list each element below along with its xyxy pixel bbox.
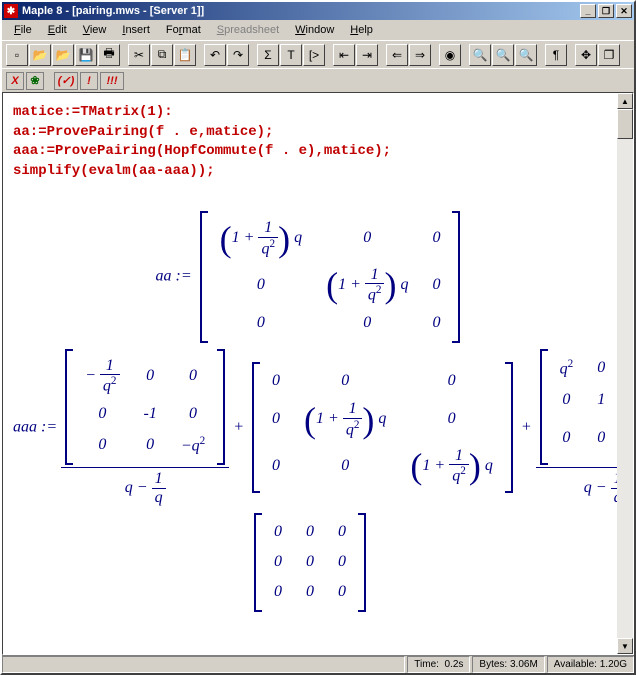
- menu-format[interactable]: Format: [158, 22, 209, 38]
- menubar: File Edit View Insert Format Spreadsheet…: [2, 20, 634, 40]
- status-empty: [2, 656, 405, 673]
- zoom-reset-button[interactable]: 🔍: [492, 44, 514, 66]
- exec-button[interactable]: !: [80, 72, 98, 90]
- app-window: ✱ Maple 8 - [pairing.mws - [Server 1]] _…: [0, 0, 636, 675]
- scroll-down-icon[interactable]: ▼: [617, 638, 633, 654]
- aaa-term2: 000 01 + 1q2 q0 001 + 1q2 q: [252, 362, 513, 493]
- scroll-track[interactable]: [617, 139, 633, 638]
- menu-view[interactable]: View: [75, 22, 115, 38]
- paste-button[interactable]: 📋: [174, 44, 196, 66]
- aaa-label: aaa :=: [13, 418, 57, 435]
- nonprint-button[interactable]: ¶: [545, 44, 567, 66]
- separator-icon: [432, 44, 438, 66]
- restore-button[interactable]: ❐: [598, 44, 620, 66]
- separator-icon: [538, 44, 544, 66]
- separator-icon: [250, 44, 256, 66]
- outdent-button[interactable]: ⇤: [333, 44, 355, 66]
- status-bytes: Bytes: 3.06M: [472, 656, 544, 673]
- plus-icon: +: [521, 418, 532, 435]
- separator-icon: [46, 70, 52, 92]
- leaf-button[interactable]: ❀: [26, 72, 44, 90]
- separator-icon: [121, 44, 127, 66]
- menu-insert[interactable]: Insert: [114, 22, 158, 38]
- close-button[interactable]: ✕: [616, 4, 632, 18]
- menu-file[interactable]: File: [6, 22, 40, 38]
- separator-icon: [197, 44, 203, 66]
- exec-all-button[interactable]: !!!: [100, 72, 124, 90]
- open2-button[interactable]: 📂: [52, 44, 74, 66]
- output-simplify: 000 000 000: [13, 513, 607, 612]
- separator-icon: [326, 44, 332, 66]
- menu-spreadsheet: Spreadsheet: [209, 22, 287, 38]
- code-line[interactable]: aa:=ProvePairing(f . e,matice);: [13, 123, 607, 143]
- output-aaa: aaa := − 1q200 0-10 00−q2: [13, 349, 607, 612]
- app-icon: ✱: [4, 4, 18, 18]
- prompt-button[interactable]: [>: [303, 44, 325, 66]
- new-button[interactable]: ▫: [6, 44, 28, 66]
- aa-label: aa :=: [156, 268, 192, 285]
- maximize-button[interactable]: ❐: [598, 4, 614, 18]
- minimize-button[interactable]: _: [580, 4, 596, 18]
- cut-button[interactable]: ✂: [128, 44, 150, 66]
- back-button[interactable]: ⇐: [386, 44, 408, 66]
- zoom-out-button[interactable]: 🔍: [469, 44, 491, 66]
- print-button[interactable]: 🖶: [98, 44, 120, 66]
- open-button[interactable]: 📂: [29, 44, 51, 66]
- aa-matrix: 1 + 1q2 q 0 0 0 1 + 1q2 q 0 0: [200, 211, 461, 342]
- aaa-term1: − 1q200 0-10 00−q2 q − 1q: [61, 349, 229, 507]
- menu-window[interactable]: Window: [287, 22, 342, 38]
- worksheet[interactable]: matice:=TMatrix(1): aa:=ProvePairing(f .…: [3, 93, 617, 654]
- plus-icon: +: [233, 418, 244, 435]
- undo-button[interactable]: ↶: [204, 44, 226, 66]
- content-area: matice:=TMatrix(1): aa:=ProvePairing(f .…: [2, 92, 634, 655]
- stop-button[interactable]: ◉: [439, 44, 461, 66]
- x-button[interactable]: X: [6, 72, 24, 90]
- scroll-up-icon[interactable]: ▲: [617, 93, 633, 109]
- indent-button[interactable]: ⇥: [356, 44, 378, 66]
- separator-icon: [379, 44, 385, 66]
- toolbar-main: ▫ 📂 📂 💾 🖶 ✂ ⧉ 📋 ↶ ↷ Σ T [> ⇤ ⇥ ⇐ ⇒ ◉ 🔍 🔍…: [2, 40, 634, 68]
- toolbar-context: X ❀ (✓) ! !!!: [2, 68, 634, 92]
- vertical-scrollbar[interactable]: ▲ ▼: [617, 93, 633, 654]
- code-line[interactable]: simplify(evalm(aa-aaa));: [13, 162, 607, 182]
- check-button[interactable]: (✓): [54, 72, 78, 90]
- resize-button[interactable]: ✥: [575, 44, 597, 66]
- menu-edit[interactable]: Edit: [40, 22, 75, 38]
- window-title: Maple 8 - [pairing.mws - [Server 1]]: [22, 5, 578, 17]
- sigma-button[interactable]: Σ: [257, 44, 279, 66]
- aaa-term3: q200 010 001q2 q − 1q: [536, 349, 617, 507]
- code-line[interactable]: aaa:=ProvePairing(HopfCommute(f . e),mat…: [13, 142, 607, 162]
- separator-icon: [462, 44, 468, 66]
- separator-icon: [568, 44, 574, 66]
- code-line[interactable]: matice:=TMatrix(1):: [13, 103, 607, 123]
- titlebar: ✱ Maple 8 - [pairing.mws - [Server 1]] _…: [2, 2, 634, 20]
- output-aa: aa := 1 + 1q2 q 0 0 0 1 + 1q2 q 0: [13, 211, 607, 342]
- menu-help[interactable]: Help: [342, 22, 381, 38]
- save-button[interactable]: 💾: [75, 44, 97, 66]
- scroll-thumb[interactable]: [617, 109, 633, 139]
- statusbar: Time: 0.2s Bytes: 3.06M Available: 1.20G: [2, 655, 634, 673]
- redo-button[interactable]: ↷: [227, 44, 249, 66]
- zoom-in-button[interactable]: 🔍: [515, 44, 537, 66]
- copy-button[interactable]: ⧉: [151, 44, 173, 66]
- status-time: Time: 0.2s: [407, 656, 470, 673]
- status-available: Available: 1.20G: [547, 656, 634, 673]
- forward-button[interactable]: ⇒: [409, 44, 431, 66]
- text-button[interactable]: T: [280, 44, 302, 66]
